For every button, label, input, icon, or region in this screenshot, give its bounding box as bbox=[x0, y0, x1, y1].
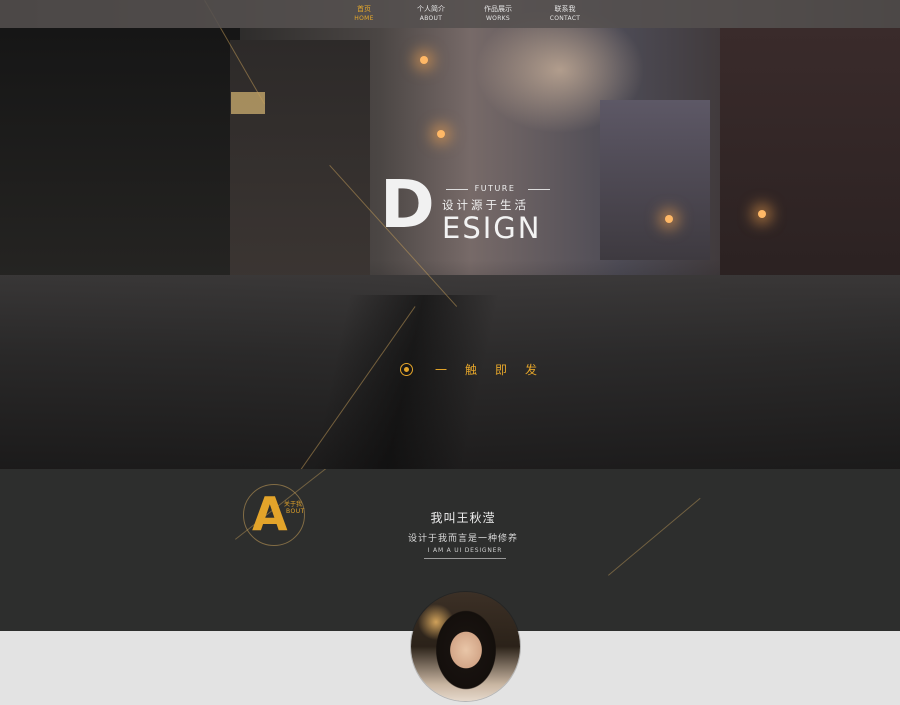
background-building bbox=[230, 40, 370, 280]
nav-item-sublabel: WORKS bbox=[485, 15, 511, 22]
street-lamp bbox=[665, 215, 673, 223]
nav-item-label: 联系我 bbox=[554, 5, 576, 13]
logo-letter-d: D bbox=[380, 166, 435, 243]
nav-item-about[interactable]: 个人简介 ABOUT bbox=[396, 5, 466, 23]
about-role: I AM A UI DESIGNER bbox=[424, 547, 506, 559]
trigger-label: 一触即发 bbox=[435, 362, 556, 377]
nav-item-sublabel: ABOUT bbox=[419, 15, 443, 22]
nav-item-home[interactable]: 首页 HOME bbox=[329, 5, 399, 23]
target-circle-icon bbox=[400, 362, 413, 376]
nav-item-contact[interactable]: 联系我 CONTACT bbox=[530, 5, 600, 23]
street-lamp bbox=[437, 130, 445, 138]
background-building bbox=[0, 28, 240, 278]
background-building bbox=[600, 100, 710, 260]
nav-item-works[interactable]: 作品展示 WORKS bbox=[463, 5, 533, 23]
logo-design-text: ESIGN bbox=[442, 211, 542, 245]
nav-item-sublabel: CONTACT bbox=[549, 15, 581, 22]
nav-item-label: 首页 bbox=[357, 5, 371, 13]
nav-item-label: 作品展示 bbox=[484, 5, 512, 13]
logo-future-text: FUTURE bbox=[440, 184, 550, 193]
nav-item-sublabel: HOME bbox=[354, 15, 374, 22]
background-building bbox=[720, 28, 900, 298]
design-logo: D FUTURE 设计源于生活 ESIGN bbox=[380, 172, 560, 250]
top-navbar: 首页 HOME 个人简介 ABOUT 作品展示 WORKS 联系我 CONTAC… bbox=[0, 0, 900, 28]
street-lamp bbox=[758, 210, 766, 218]
trigger-link[interactable]: 一触即发 bbox=[400, 360, 555, 378]
about-badge-zh: 关于我 bbox=[284, 501, 303, 508]
about-name: 我叫王秋滢 bbox=[430, 511, 496, 525]
about-motto: 设计于我而言是一种修养 bbox=[407, 534, 518, 544]
street-lamp bbox=[420, 56, 428, 64]
avatar bbox=[411, 592, 520, 701]
nav-item-label: 个人简介 bbox=[417, 5, 445, 13]
